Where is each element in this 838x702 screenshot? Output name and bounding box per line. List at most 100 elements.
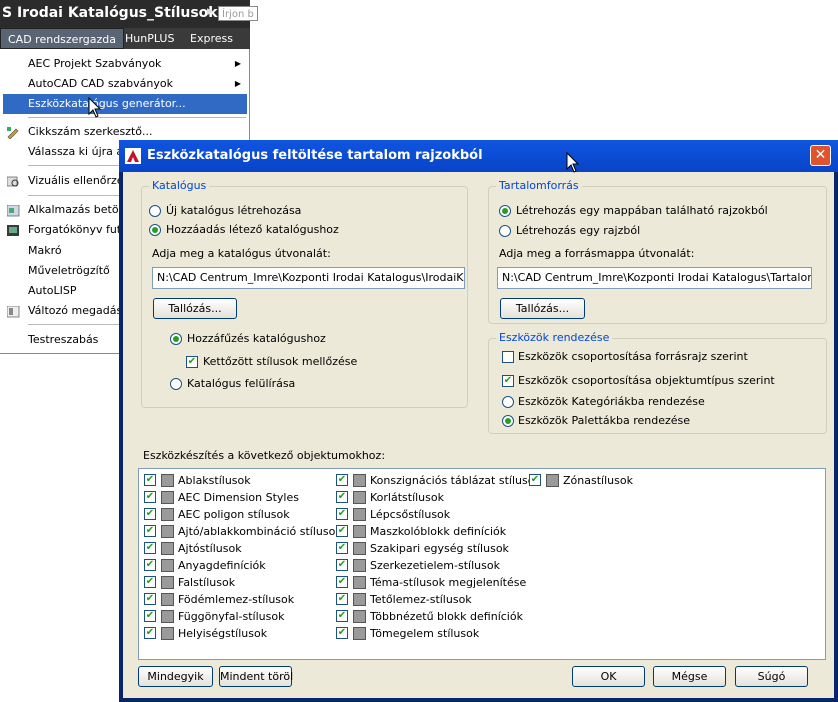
menu-item-autocad-szabvanyok[interactable]: AutoCAD CAD szabványok ▶ (0, 74, 248, 94)
item-checkbox[interactable]: ✔ (336, 627, 348, 639)
variable-icon (6, 305, 20, 318)
checkbox-group-by-type-label: Eszközök csoportosítása objektumtípus sz… (518, 374, 775, 387)
source-group-title: Tartalomforrás (496, 179, 582, 192)
radio-new-catalog-label: Új katalógus létrehozása (166, 204, 302, 217)
clear-all-button[interactable]: Mindent töröl (219, 666, 293, 687)
item-checkbox[interactable]: ✔ (144, 525, 156, 537)
title-expand-icon[interactable]: ▶ (207, 7, 214, 17)
item-checkbox[interactable]: ✔ (144, 508, 156, 520)
dialog-title-bar[interactable]: Eszközkatalógus feltöltése tartalom rajz… (119, 140, 838, 172)
radio-new-catalog[interactable] (149, 205, 161, 217)
dialog-window: Eszközkatalógus feltöltése tartalom rajz… (119, 140, 838, 702)
menu-item-cikkszam[interactable]: Cikkszám szerkesztő... (0, 122, 248, 142)
dialog-body: Katalógus Új katalógus létrehozása Hozzá… (123, 172, 834, 698)
dimension-style-icon (161, 491, 174, 504)
catalog-group-title: Katalógus (149, 179, 210, 192)
display-theme-icon (353, 576, 366, 589)
radio-organize-palettes[interactable] (502, 415, 514, 427)
zone-style-icon (546, 474, 559, 487)
dialog-title: Eszközkatalógus feltöltése tartalom rajz… (147, 148, 483, 163)
edit-icon (7, 126, 20, 140)
door-window-assembly-icon (161, 525, 174, 538)
item-checkbox[interactable]: ✔ (336, 593, 348, 605)
catalog-path-label: Adja meg a katalógus útvonalát: (152, 247, 331, 260)
app-title-bar: S Irodai Katalógus_Stílusok.dwg ▶ Írjon … (0, 0, 258, 28)
item-checkbox[interactable]: ✔ (144, 474, 156, 486)
radio-organize-categories[interactable] (502, 396, 514, 408)
multi-view-block-icon (353, 610, 366, 623)
radio-source-drawing-label: Létrehozás egy rajzból (516, 224, 641, 237)
cancel-button[interactable]: Mégse (653, 666, 726, 687)
menu-separator (28, 117, 246, 118)
organize-group-title: Eszközök rendezése (496, 331, 613, 344)
item-checkbox[interactable]: ✔ (336, 576, 348, 588)
item-checkbox[interactable]: ✔ (336, 491, 348, 503)
search-input[interactable]: Írjon b (218, 6, 258, 21)
curtain-wall-icon (161, 610, 174, 623)
catalog-path-input[interactable]: N:\CAD Centrum_Imre\Kozponti Irodai Kata… (152, 267, 465, 289)
material-icon (161, 559, 174, 572)
radio-source-drawing[interactable] (499, 225, 511, 237)
radio-source-folder[interactable] (499, 205, 511, 217)
source-path-label: Adja meg a forrásmappa útvonalát: (499, 247, 695, 260)
radio-append-catalog[interactable] (170, 333, 182, 345)
item-checkbox[interactable]: ✔ (336, 474, 348, 486)
source-path-input[interactable]: N:\CAD Centrum_Imre\Kozponti Irodai Kata… (497, 267, 812, 289)
mouse-pointer-icon (566, 152, 580, 173)
inspect-icon (6, 175, 20, 187)
infill-unit-icon (353, 542, 366, 555)
help-button[interactable]: Súgó (735, 666, 808, 687)
checkbox-skip-duplicates[interactable]: ✔ (186, 356, 198, 368)
menu-hunplus[interactable]: HunPLUS (118, 28, 181, 49)
structural-member-icon (353, 559, 366, 572)
menu-cad-rendszergazda[interactable]: CAD rendszergazda (0, 28, 124, 49)
radio-overwrite-catalog-label: Katalógus felülírása (187, 377, 296, 390)
wall-style-icon (161, 576, 174, 589)
window-style-icon (161, 474, 174, 487)
checkbox-group-by-source-label: Eszközök csoportosítása forrásrajz szeri… (518, 350, 748, 363)
slab-style-icon (161, 593, 174, 606)
door-style-icon (161, 542, 174, 555)
objects-label: Eszközkészítés a következő objektumokhoz… (143, 449, 386, 462)
catalog-group: Katalógus Új katalógus létrehozása Hozzá… (141, 179, 468, 408)
radio-append-catalog-label: Hozzáfűzés katalógushoz (187, 332, 326, 345)
submenu-arrow-icon: ▶ (234, 59, 241, 68)
organize-group: Eszközök rendezése Eszközök csoportosítá… (488, 331, 827, 434)
item-checkbox[interactable]: ✔ (529, 474, 541, 486)
mass-element-icon (353, 627, 366, 640)
railing-style-icon (353, 491, 366, 504)
menu-bar: CAD rendszergazda HunPLUS Express (0, 28, 250, 49)
roof-slab-icon (353, 593, 366, 606)
item-checkbox[interactable]: ✔ (336, 508, 348, 520)
close-icon[interactable]: ✕ (810, 145, 831, 166)
schedule-table-icon (353, 474, 366, 487)
item-checkbox[interactable]: ✔ (336, 542, 348, 554)
item-checkbox[interactable]: ✔ (144, 627, 156, 639)
item-checkbox[interactable]: ✔ (336, 559, 348, 571)
radio-overwrite-catalog[interactable] (170, 378, 182, 390)
menu-item-aec-projekt[interactable]: AEC Projekt Szabványok ▶ (0, 54, 248, 74)
item-checkbox[interactable]: ✔ (336, 525, 348, 537)
radio-existing-catalog[interactable] (149, 224, 161, 236)
stair-style-icon (353, 508, 366, 521)
item-checkbox[interactable]: ✔ (144, 576, 156, 588)
item-checkbox[interactable]: ✔ (144, 542, 156, 554)
checkbox-group-by-source[interactable] (502, 351, 514, 363)
autocad-logo-icon (125, 148, 141, 164)
catalog-browse-button[interactable]: Tallózás... (153, 298, 237, 319)
item-checkbox[interactable]: ✔ (144, 610, 156, 622)
source-browse-button[interactable]: Tallózás... (500, 298, 585, 319)
mask-block-icon (353, 525, 366, 538)
item-checkbox[interactable]: ✔ (144, 559, 156, 571)
menu-item-eszkozkatalogus-generator[interactable]: Eszközkatalógus generátor... (3, 94, 247, 114)
polygon-style-icon (161, 508, 174, 521)
radio-organize-palettes-label: Eszközök Palettákba rendezése (518, 414, 691, 427)
space-style-icon (161, 627, 174, 640)
ok-button[interactable]: OK (572, 666, 645, 687)
item-checkbox[interactable]: ✔ (144, 491, 156, 503)
select-all-button[interactable]: Mindegyik (138, 666, 213, 687)
menu-express[interactable]: Express (183, 28, 240, 49)
item-checkbox[interactable]: ✔ (336, 610, 348, 622)
item-checkbox[interactable]: ✔ (144, 593, 156, 605)
checkbox-group-by-type[interactable]: ✔ (502, 375, 514, 387)
